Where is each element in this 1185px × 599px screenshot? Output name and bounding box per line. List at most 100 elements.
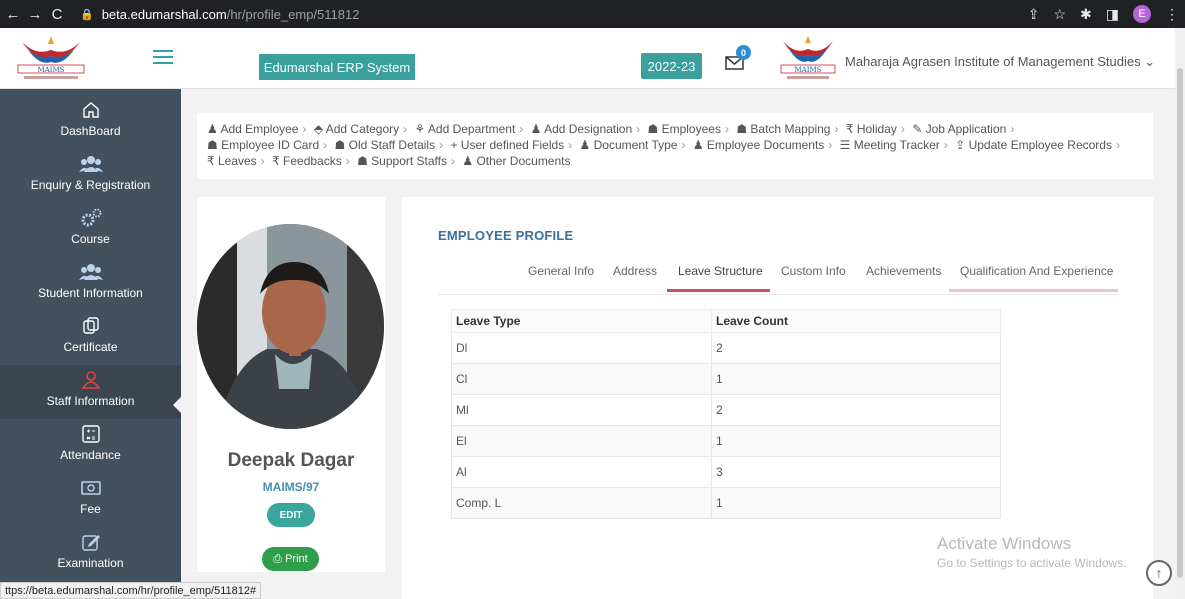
upload-icon: ⇪ (955, 138, 966, 152)
status-bar-url: ttps://beta.edumarshal.com/hr/profile_em… (0, 582, 262, 599)
table-row: Ml 2 (451, 394, 1001, 426)
logo-text: MAIMS (795, 66, 822, 74)
rupee-icon: ₹ (845, 122, 854, 136)
tab-custom-info[interactable]: Custom Info (781, 264, 846, 278)
chevron-down-icon: ⌄ (1144, 54, 1156, 69)
breadcrumb-line-2: ☗ Employee ID Card › ☗ Old Staff Details ›… (207, 138, 1120, 152)
sidebar-item-staff-information[interactable]: Staff Information (0, 365, 181, 419)
sidebar-item-course[interactable]: Course (0, 203, 181, 257)
sidebar-item-student-information[interactable]: Student Information (0, 257, 181, 311)
institute-logo: MAIMS (779, 35, 837, 83)
print-label: Print (285, 553, 308, 565)
leave-type-cell: El (451, 425, 712, 457)
sidebar-item-label: Fee (80, 502, 101, 516)
breadcrumb-add-designation[interactable]: Add Designation (544, 122, 632, 136)
breadcrumb-feedbacks[interactable]: Feedbacks (283, 154, 342, 168)
tab-address[interactable]: Address (613, 264, 657, 278)
tab-general-info[interactable]: General Info (528, 264, 594, 278)
address-bar[interactable]: beta.edumarshal.com/hr/profile_emp/51181… (102, 7, 360, 22)
breadcrumb-employee-id-card[interactable]: Employee ID Card (221, 138, 319, 152)
sidebar-item-enquiry[interactable]: Enquiry & Registration (0, 149, 181, 203)
sitemap-icon: ⚘ (414, 122, 426, 136)
print-button[interactable]: ⎙ Print (262, 547, 319, 571)
breadcrumb-employee-documents[interactable]: Employee Documents (707, 138, 824, 152)
tab-qualification-experience[interactable]: Qualification And Experience (960, 264, 1113, 278)
tab-achievements[interactable]: Achievements (866, 264, 941, 278)
erp-title-button[interactable]: Edumarshal ERP System (259, 54, 415, 80)
profile-card: Deepak Dagar MAIMS/97 EDIT ⎙ Print (197, 197, 385, 572)
edit-icon: ✎ (912, 122, 923, 136)
sidebar-item-certificate[interactable]: Certificate (0, 311, 181, 365)
back-icon[interactable]: ← (4, 6, 22, 23)
star-icon[interactable]: ☆ (1053, 6, 1066, 23)
forward-icon[interactable]: → (26, 6, 44, 23)
breadcrumb-add-employee[interactable]: Add Employee (220, 122, 298, 136)
extensions-icon[interactable]: ✱ (1080, 6, 1092, 23)
url-domain: beta.edumarshal.com (101, 6, 227, 22)
scrollbar-thumb[interactable] (1177, 68, 1183, 578)
tab-leave-structure[interactable]: Leave Structure (678, 264, 763, 278)
breadcrumb-holiday[interactable]: Holiday (857, 122, 897, 136)
sidebar-item-label: Certificate (63, 340, 118, 354)
users-icon (0, 154, 181, 176)
sidebar-item-label: DashBoard (60, 124, 121, 138)
scroll-to-top-button[interactable]: ↑ (1146, 560, 1172, 586)
sidebar-item-label: Staff Information (46, 394, 135, 408)
edit-button[interactable]: EDIT (267, 503, 315, 527)
sidebar-item-dashboard[interactable]: DashBoard (0, 95, 181, 149)
breadcrumb-add-category[interactable]: Add Category (326, 122, 399, 136)
money-icon (0, 478, 181, 500)
table-row: El 1 (451, 425, 1001, 457)
table-row: Al 3 (451, 456, 1001, 488)
sidebar-item-examination[interactable]: Examination (0, 527, 181, 581)
breadcrumb-other-documents[interactable]: Other Documents (476, 154, 570, 168)
sidebar-item-label: Examination (57, 556, 124, 570)
employee-code: MAIMS/97 (262, 480, 320, 494)
sidebar-item-label: Attendance (60, 448, 121, 462)
list-icon: ☰ (839, 138, 851, 152)
arrow-up-icon: ↑ (1155, 565, 1163, 581)
notification-badge: 0 (736, 45, 751, 60)
breadcrumb-job-application[interactable]: Job Application (926, 122, 1007, 136)
maims-logo[interactable]: MAIMS (14, 34, 88, 82)
users-icon: ☗ (736, 122, 748, 136)
leave-count-cell: 1 (711, 363, 1001, 395)
sidebar: DashBoard Enquiry & Registration Course … (0, 89, 181, 599)
active-indicator (173, 397, 181, 413)
session-year-button[interactable]: 2022-23 (641, 53, 702, 79)
institute-name: Maharaja Agrasen Institute of Management… (845, 54, 1141, 69)
sidebar-item-label: Student Information (38, 286, 143, 300)
share-icon[interactable]: ⇪ (1028, 6, 1040, 23)
breadcrumb-add-department[interactable]: Add Department (428, 122, 515, 136)
employee-photo (197, 224, 384, 429)
breadcrumb-old-staff-details[interactable]: Old Staff Details (349, 138, 435, 152)
plus-icon: + (450, 138, 458, 152)
sidebar-item-fee[interactable]: Fee (0, 473, 181, 527)
breadcrumb-leaves[interactable]: Leaves (218, 154, 257, 168)
users-icon: ☗ (357, 154, 368, 168)
reload-icon[interactable]: C (48, 6, 66, 23)
breadcrumb-update-employee-records[interactable]: Update Employee Records (969, 138, 1112, 152)
user-icon: ♟ (579, 138, 591, 152)
rupee-icon: ₹ (207, 154, 215, 168)
logo-text: MAIMS (38, 66, 65, 74)
sidepanel-icon[interactable]: ◨ (1106, 6, 1119, 23)
profile-tabs: General Info Address Leave Structure Cus… (438, 257, 1118, 295)
hamburger-menu-icon[interactable] (153, 50, 173, 66)
sidebar-item-attendance[interactable]: Attendance (0, 419, 181, 473)
breadcrumb-document-type[interactable]: Document Type (594, 138, 678, 152)
lock-icon[interactable]: 🔒 (80, 8, 94, 21)
breadcrumb-user-defined-fields[interactable]: User defined Fields (461, 138, 564, 152)
breadcrumb-batch-mapping[interactable]: Batch Mapping (750, 122, 830, 136)
table-row: Dl 2 (451, 332, 1001, 364)
breadcrumb-support-staffs[interactable]: Support Staffs (371, 154, 447, 168)
institute-selector[interactable]: Maharaja Agrasen Institute of Management… (845, 54, 1155, 70)
page-scrollbar[interactable] (1175, 28, 1185, 599)
users-icon: ☗ (647, 122, 659, 136)
breadcrumb-employees[interactable]: Employees (662, 122, 721, 136)
profile-avatar[interactable]: E (1133, 5, 1151, 23)
leave-type-cell: Dl (451, 332, 712, 364)
breadcrumb-meeting-tracker[interactable]: Meeting Tracker (854, 138, 940, 152)
menu-icon[interactable]: ⋮ (1165, 6, 1179, 23)
breadcrumb: ♟ Add Employee › ⬘ Add Category › ⚘ Add De… (197, 113, 1153, 179)
